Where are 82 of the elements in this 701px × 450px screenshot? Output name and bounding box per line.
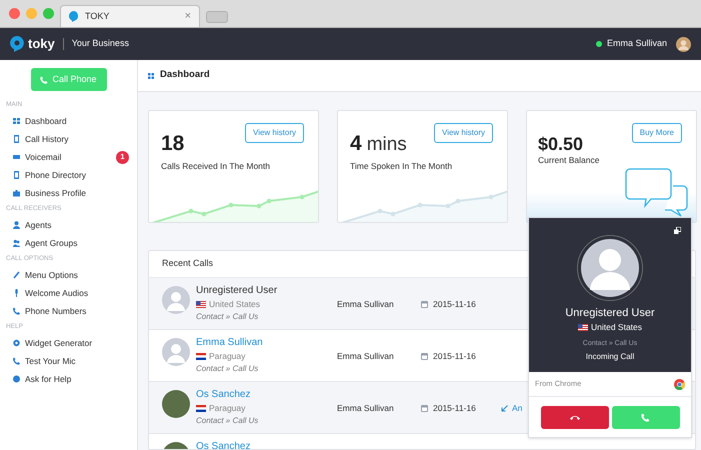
people-icon <box>13 239 20 247</box>
sidebar-item[interactable]: Menu Options <box>0 266 137 284</box>
business-name: Your Business <box>72 37 129 50</box>
document-icon <box>13 135 20 143</box>
avatar-icon <box>162 338 190 366</box>
photo-placeholder <box>162 390 190 418</box>
stat-value: 18 <box>161 133 184 154</box>
flag-icon <box>196 301 206 308</box>
caller-country: Paraguay <box>209 403 246 414</box>
call-source: Contact » Call Us <box>196 416 260 426</box>
stat-value: 4 <box>350 133 362 154</box>
flag-icon <box>578 324 588 331</box>
call-date: 2015-11-16 <box>433 298 476 311</box>
flag-icon <box>196 405 206 412</box>
tab-title: TOKY <box>85 10 110 23</box>
agent-name: Emma Sullivan <box>337 402 395 415</box>
sidebar-item[interactable]: Phone Numbers <box>0 302 137 320</box>
flag-icon <box>196 353 206 360</box>
card-label: Calls Received In The Month <box>161 160 270 173</box>
sidebar-item[interactable]: Welcome Audios <box>0 284 137 302</box>
agent-name: Emma Sullivan <box>337 350 395 363</box>
brand-name: toky <box>28 35 55 54</box>
briefcase-icon <box>13 189 20 197</box>
card-label: Current Balance <box>538 154 600 167</box>
sidebar-item[interactable]: Widget Generator <box>0 334 137 352</box>
caller-country: United States <box>209 299 260 310</box>
caller-name[interactable]: Emma Sullivan <box>196 337 337 349</box>
document-icon <box>13 171 20 179</box>
sidebar-item[interactable]: Ask for Help <box>0 370 137 388</box>
logo-icon <box>10 36 24 52</box>
page-title: Dashboard <box>160 68 210 82</box>
person-icon <box>13 221 20 229</box>
sidebar-item[interactable]: Dashboard <box>0 112 137 130</box>
call-source: Contact » Call Us <box>196 364 260 374</box>
call-status: An <box>512 402 522 415</box>
hang-up-icon <box>570 414 580 420</box>
call-status: Incoming Call <box>586 351 634 364</box>
logo-icon <box>69 11 79 22</box>
phone-icon <box>40 76 48 84</box>
phone-icon <box>13 357 20 365</box>
calendar-icon <box>421 352 428 360</box>
decline-call-button[interactable] <box>540 406 608 428</box>
panel-title: Recent Calls <box>162 257 214 270</box>
caller-name: Unregistered User <box>196 285 278 297</box>
phone-icon <box>641 412 650 422</box>
sidebar-item[interactable]: Agent Groups <box>0 234 137 252</box>
balance-value: $0.50 <box>538 135 584 153</box>
user-name[interactable]: Emma Sullivan <box>606 37 667 51</box>
call-date: 2015-11-16 <box>433 350 476 363</box>
grid-icon <box>13 117 20 125</box>
avatar-icon <box>162 286 190 314</box>
sidebar-item[interactable]: Business Profile <box>0 184 137 202</box>
phone-icon <box>13 307 20 315</box>
browser-logo-icon <box>674 378 685 390</box>
close-window-icon[interactable] <box>9 8 20 19</box>
caller-name[interactable]: Os Sanchez <box>196 441 337 449</box>
sidebar-item[interactable]: Test Your Mic <box>0 352 137 370</box>
agent-name: Emma Sullivan <box>337 298 395 311</box>
calendar-icon <box>421 404 428 412</box>
card-label: Time Spoken In The Month <box>350 160 452 173</box>
buy-more-button[interactable]: Buy More <box>632 123 682 143</box>
call-date: 2015-11-16 <box>433 402 476 415</box>
caller-name: Unregistered User <box>565 307 655 320</box>
user-avatar-icon[interactable] <box>676 36 691 52</box>
view-history-button[interactable]: View history <box>245 123 304 143</box>
sidebar-item[interactable]: Call History <box>0 130 137 148</box>
calendar-icon <box>421 300 428 308</box>
view-history-button[interactable]: View history <box>434 123 493 143</box>
sidebar-item[interactable]: Agents <box>0 216 137 234</box>
minimize-window-icon[interactable] <box>26 8 37 19</box>
microphone-icon <box>13 289 20 297</box>
sidebar-item[interactable]: Phone Directory <box>0 166 137 184</box>
grid-icon <box>148 72 154 78</box>
maximize-window-icon[interactable] <box>43 8 54 19</box>
expand-icon[interactable] <box>674 227 681 234</box>
stat-unit: mins <box>366 135 407 154</box>
avatar-icon <box>577 235 643 301</box>
call-source: Contact » Call Us <box>196 312 260 322</box>
caller-country: Paraguay <box>209 351 246 362</box>
new-tab-button[interactable] <box>206 11 228 23</box>
arrow-icon <box>501 404 508 412</box>
browser-tab[interactable]: TOKY × <box>60 5 200 27</box>
